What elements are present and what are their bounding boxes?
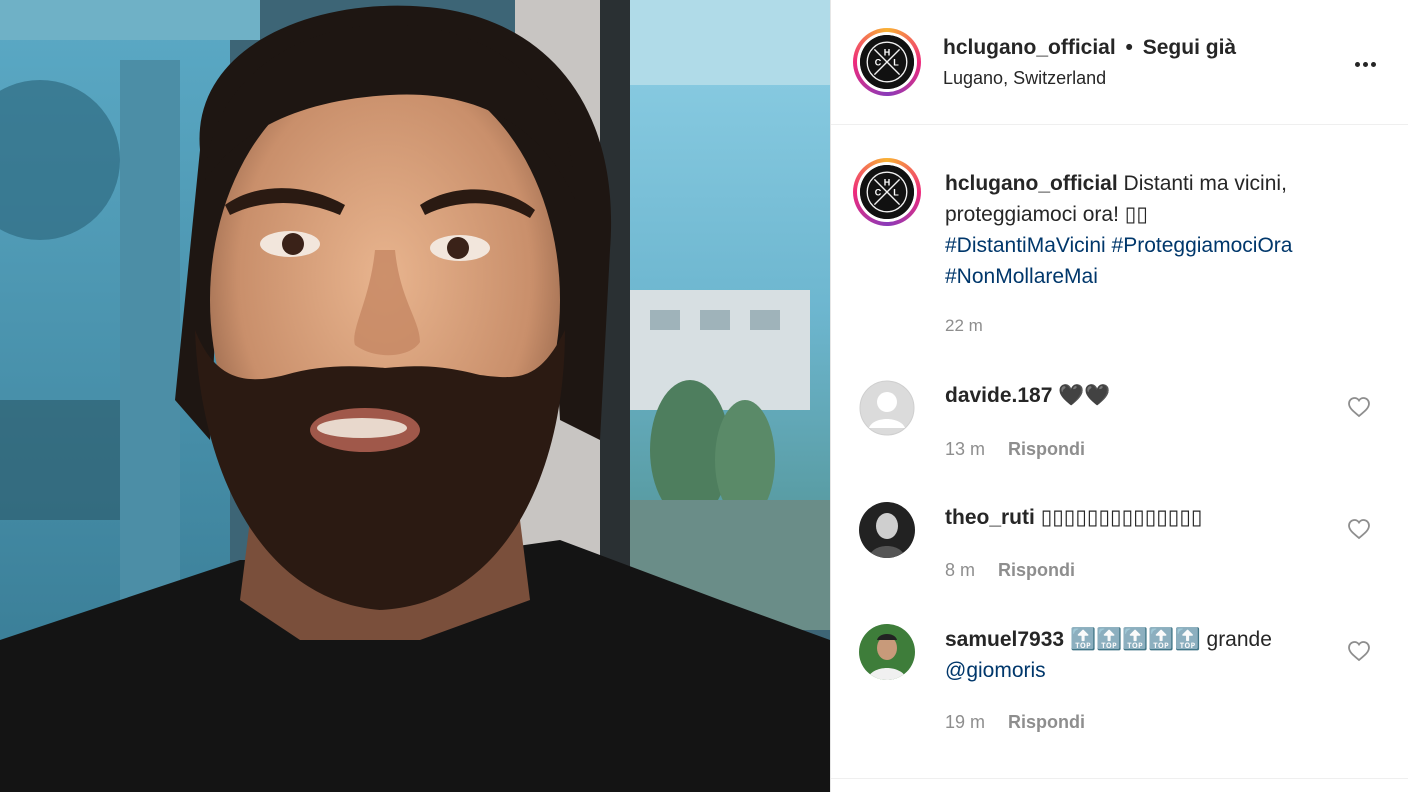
hashtag[interactable]: #DistantiMaVicini [945, 234, 1106, 257]
default-avatar-icon[interactable] [859, 380, 915, 436]
svg-text:L: L [893, 58, 899, 68]
svg-text:L: L [893, 188, 899, 198]
divider [831, 778, 1408, 779]
heart-icon[interactable] [1347, 396, 1371, 418]
hashtag[interactable]: #NonMollareMai [945, 265, 1098, 288]
comment-text: ▯▯▯▯▯▯▯▯▯▯▯▯▯▯ [1040, 506, 1203, 529]
user-avatar[interactable] [859, 502, 915, 558]
post-header: H C L hclugano_official • Segui già Luga… [831, 0, 1408, 125]
post-video[interactable] [0, 0, 830, 792]
reply-button[interactable]: Rispondi [998, 560, 1075, 580]
heart-icon[interactable] [1347, 518, 1371, 540]
post-caption: hclugano_official Distanti ma vicini, pr… [945, 168, 1375, 292]
hclugano-logo-icon: H C L [860, 165, 914, 219]
user-avatar[interactable] [859, 624, 915, 680]
comment-username[interactable]: davide.187 [945, 384, 1052, 407]
hashtag[interactable]: #ProteggiamociOra [1112, 234, 1293, 257]
comment-text: 🖤🖤 [1058, 384, 1111, 407]
comment-timestamp: 19 m [945, 712, 986, 732]
hclugano-logo-icon: H C L [860, 35, 914, 89]
comment-username[interactable]: samuel7933 [945, 628, 1064, 651]
caption-timestamp: 22 m [945, 316, 983, 335]
reply-button[interactable]: Rispondi [1008, 439, 1085, 459]
author-username[interactable]: hclugano_official [943, 36, 1116, 59]
svg-text:C: C [875, 58, 882, 68]
comment-mention[interactable]: @giomoris [945, 659, 1046, 682]
instagram-post-view: H C L hclugano_official • Segui già Luga… [0, 0, 1408, 792]
video-frame [0, 0, 830, 792]
author-row: hclugano_official • Segui già [943, 36, 1236, 60]
svg-text:H: H [884, 48, 891, 58]
more-horizontal-icon[interactable] [1355, 54, 1381, 67]
author-avatar[interactable]: H C L [853, 28, 921, 96]
caption-author-avatar[interactable]: H C L [853, 158, 921, 226]
comment-timestamp: 8 m [945, 560, 976, 580]
separator-dot: • [1125, 36, 1133, 59]
reply-button[interactable]: Rispondi [1008, 712, 1085, 732]
post-side-panel: H C L hclugano_official • Segui già Luga… [830, 0, 1408, 792]
post-location[interactable]: Lugano, Switzerland [943, 68, 1106, 89]
comment-timestamp: 13 m [945, 439, 986, 459]
comment-text: 🔝🔝🔝🔝🔝 grande [1069, 628, 1272, 651]
svg-text:C: C [875, 188, 882, 198]
comment-username[interactable]: theo_ruti [945, 506, 1035, 529]
heart-icon[interactable] [1347, 640, 1371, 662]
svg-text:H: H [884, 178, 891, 188]
caption-author[interactable]: hclugano_official [945, 172, 1118, 195]
follow-status-button[interactable]: Segui già [1143, 36, 1236, 59]
